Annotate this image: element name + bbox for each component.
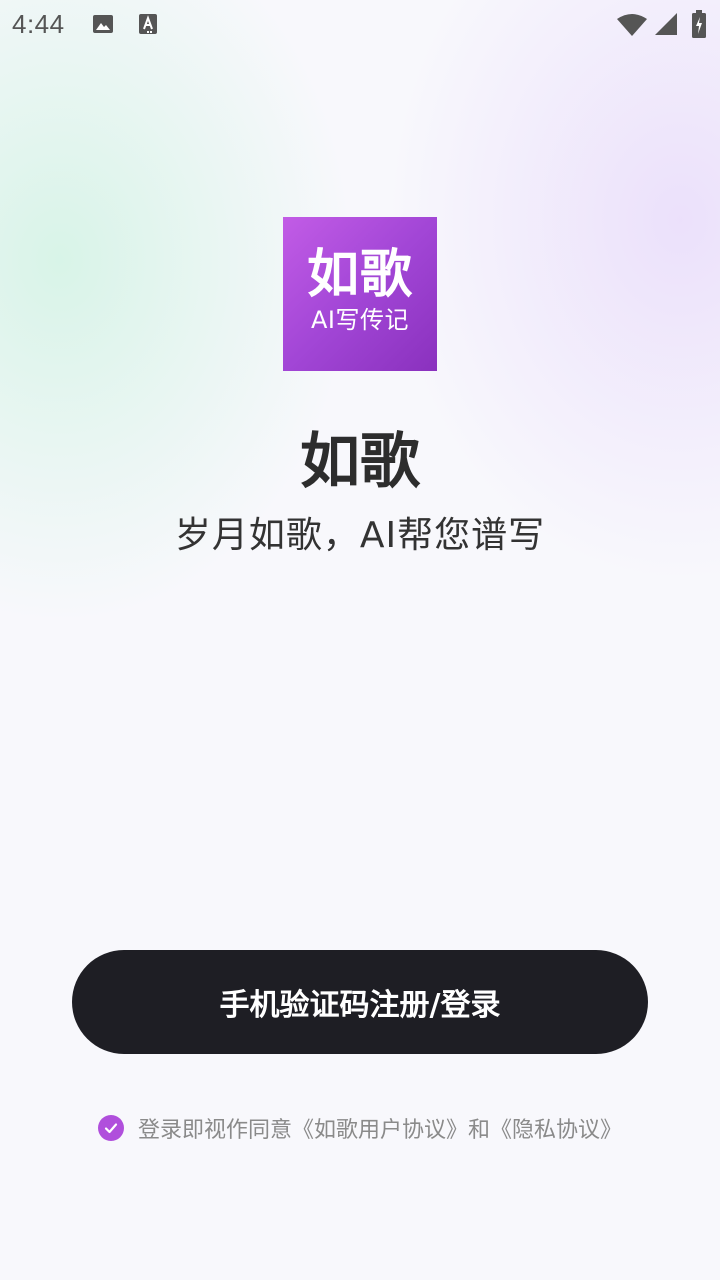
cell-signal-icon — [655, 13, 677, 35]
privacy-agreement-link[interactable]: 《隐私协议》 — [490, 1118, 622, 1143]
image-icon — [93, 15, 113, 33]
battery-charging-icon — [692, 10, 706, 38]
app-logo: 如歌 AI写传记 — [283, 217, 437, 371]
status-bar: 4:44 — [0, 0, 720, 50]
status-time: 4:44 — [12, 9, 65, 39]
font-a-icon — [139, 14, 157, 34]
background-gradient — [0, 0, 720, 1280]
agreement-conjunction: 和 — [468, 1118, 491, 1143]
tagline: 岁月如歌，AI帮您谱写 — [174, 515, 546, 556]
logo-subtitle: AI写传记 — [311, 306, 409, 334]
agreement-prefix: 登录即视作同意 — [137, 1118, 292, 1143]
wifi-icon — [617, 14, 647, 36]
user-agreement-link[interactable]: 《如歌用户协议》 — [292, 1118, 468, 1143]
login-button-label: 手机验证码注册/登录 — [219, 988, 501, 1023]
check-icon — [104, 1123, 118, 1134]
agreement-row: 登录即视作同意《如歌用户协议》和《隐私协议》 — [0, 1108, 720, 1148]
app-name: 如歌 — [300, 427, 420, 497]
agree-checkbox[interactable] — [97, 1115, 124, 1141]
phone-login-button[interactable]: 手机验证码注册/登录 — [72, 950, 648, 1054]
logo-title: 如歌 — [306, 245, 413, 305]
